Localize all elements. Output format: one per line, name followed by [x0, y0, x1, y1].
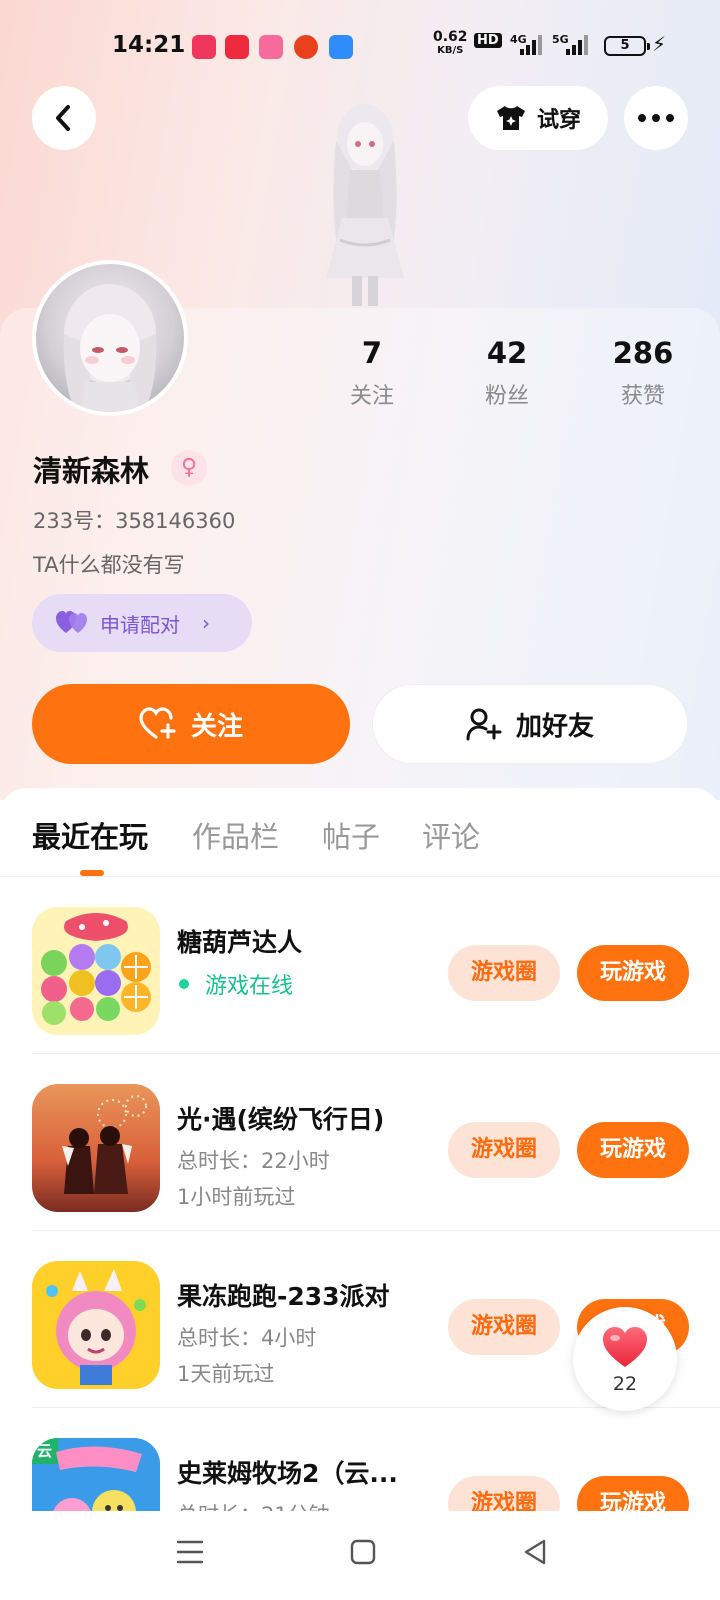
battery-icon: 5 [604, 36, 650, 56]
add-user-icon [466, 708, 502, 741]
more-dots-icon [638, 114, 674, 122]
add-friend-button[interactable]: 加好友 [372, 684, 688, 764]
stat-followers[interactable]: 42 粉丝 [457, 336, 557, 410]
hd-badge: HD [474, 33, 502, 48]
stat-following[interactable]: 7 关注 [322, 336, 422, 410]
try-on-label: 试穿 [536, 108, 581, 133]
cloud-badge: 云 [37, 1442, 53, 1460]
double-heart-icon [56, 611, 87, 633]
status-time: 14:21 [112, 32, 186, 58]
profile-bio: TA什么都没有写 [33, 553, 185, 577]
back-button[interactable] [32, 86, 96, 150]
avatar-portrait-icon [63, 284, 157, 412]
chevron-right-icon: › [202, 611, 210, 635]
tab-comments[interactable]: 评论 [422, 814, 480, 856]
pair-label: 申请配对 [100, 612, 180, 637]
tab-recently-played[interactable]: 最近在玩 [32, 814, 148, 856]
game-online-status: 游戏在线 [177, 968, 293, 1000]
profile-name: 清新森林 [33, 454, 150, 488]
game-title: 糖葫芦达人 [177, 928, 303, 957]
game-total-time: 总时长：22小时 [177, 1149, 330, 1173]
signal-bars-2-icon [566, 35, 588, 55]
recent-games-list: 糖葫芦达人 游戏在线 游戏圈 玩游戏 光·遇(缤纷飞行日) 总时长：22小时 1… [0, 877, 720, 1511]
play-game-button[interactable]: 玩游戏 [577, 1476, 689, 1511]
game-icon-tanghulu [32, 907, 160, 1035]
character-figure-image[interactable] [300, 100, 430, 310]
system-nav-bar [0, 1512, 720, 1600]
game-title: 史莱姆牧场2（云... [177, 1459, 398, 1488]
game-icon-sky [32, 1084, 160, 1212]
female-gender-icon: ♀ [171, 450, 207, 486]
game-circle-button[interactable]: 游戏圈 [448, 1299, 560, 1355]
try-on-button[interactable]: 试穿 [468, 86, 608, 150]
game-circle-button[interactable]: 游戏圈 [448, 945, 560, 1001]
like-floating-button[interactable]: 22 [573, 1307, 677, 1411]
game-row[interactable]: 糖葫芦达人 游戏在线 游戏圈 玩游戏 [0, 877, 720, 1054]
tab-posts[interactable]: 帖子 [322, 814, 380, 856]
tshirt-icon [496, 106, 525, 130]
avatar-image [36, 264, 184, 412]
profile-tabs: 最近在玩 作品栏 帖子 评论 [0, 814, 720, 864]
bilibili-icon [259, 35, 283, 59]
status-bar: 14:21 0.62 KB/S HD 4G 5G 5 ⚡ [0, 28, 720, 64]
game-icon-jelly-run [32, 1261, 160, 1389]
user-id[interactable]: 233号：358146360 [33, 505, 235, 535]
map-app-icon [329, 35, 353, 59]
follow-label: 关注 [190, 711, 243, 742]
back-nav-icon[interactable] [522, 1538, 548, 1566]
video-app-icon [192, 35, 216, 59]
request-pair-button[interactable]: 申请配对 › [32, 594, 252, 652]
home-icon[interactable] [350, 1539, 376, 1565]
game-circle-button[interactable]: 游戏圈 [448, 1122, 560, 1178]
game-row[interactable]: 光·遇(缤纷飞行日) 总时长：22小时 1小时前玩过 游戏圈 玩游戏 [0, 1054, 720, 1231]
signal-bars-1-icon [520, 35, 542, 55]
xiaohongshu-icon [225, 35, 249, 59]
add-friend-label: 加好友 [515, 711, 594, 742]
play-game-button[interactable]: 玩游戏 [577, 945, 689, 1001]
charging-icon: ⚡ [652, 32, 667, 56]
game-total-time: 总时长：4小时 [177, 1326, 317, 1350]
game-total-time: 总时长：21分钟 [177, 1499, 330, 1511]
game-circle-button[interactable]: 游戏圈 [448, 1476, 560, 1511]
game-title: 光·遇(缤纷飞行日) [177, 1105, 385, 1134]
like-count: 22 [612, 1373, 638, 1395]
heart-plus-icon [139, 707, 176, 739]
chevron-left-icon [56, 105, 70, 131]
game-last-played: 1天前玩过 [177, 1362, 275, 1386]
game-last-played: 1小时前玩过 [177, 1185, 296, 1209]
more-options-button[interactable] [624, 86, 688, 150]
follow-button[interactable]: 关注 [32, 684, 350, 764]
game-icon-slime-rancher: 云 [32, 1438, 160, 1511]
game-title: 果冻跑跑-233派对 [177, 1282, 390, 1311]
network-speed: 0.62 KB/S [433, 29, 468, 56]
menu-icon[interactable] [176, 1539, 204, 1565]
tab-works[interactable]: 作品栏 [192, 814, 279, 856]
game-row[interactable]: 云 史莱姆牧场2（云... 总时长：21分钟 游戏圈 玩游戏 [0, 1408, 720, 1511]
shopping-app-icon [294, 35, 318, 59]
avatar[interactable] [32, 260, 188, 416]
heart-icon [603, 1327, 647, 1367]
online-dot-icon [179, 979, 189, 989]
stat-likes[interactable]: 286 获赞 [593, 336, 693, 410]
play-game-button[interactable]: 玩游戏 [577, 1122, 689, 1178]
